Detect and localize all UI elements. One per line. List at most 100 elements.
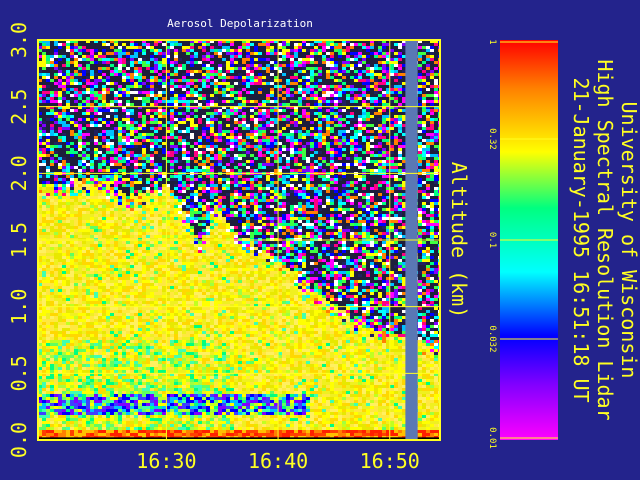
heatmap-cell: [90, 418, 94, 421]
heatmap-cell: [138, 64, 142, 67]
heatmap-cell: [66, 121, 70, 124]
heatmap-cell: [74, 187, 78, 190]
heatmap-cell: [182, 301, 186, 304]
heatmap-cell: [82, 361, 86, 364]
heatmap-cell: [74, 118, 78, 121]
heatmap-cell: [178, 391, 182, 394]
heatmap-cell: [106, 286, 110, 289]
heatmap-cell: [170, 262, 174, 265]
heatmap-cell: [142, 253, 146, 256]
heatmap-cell: [70, 136, 74, 139]
heatmap-cell: [130, 307, 134, 310]
heatmap-cell: [134, 349, 138, 352]
heatmap-cell: [186, 52, 190, 55]
heatmap-cell: [62, 64, 66, 67]
heatmap-cell: [74, 97, 78, 100]
heatmap-cell: [66, 73, 70, 76]
heatmap-cell: [126, 265, 130, 268]
heatmap-cell: [50, 337, 54, 340]
heatmap-cell: [146, 289, 150, 292]
heatmap-cell: [162, 214, 166, 217]
heatmap-cell: [182, 376, 186, 379]
heatmap-cell: [146, 178, 150, 181]
heatmap-cell: [58, 397, 62, 400]
heatmap-cell: [98, 286, 102, 289]
heatmap-cell: [82, 130, 86, 133]
heatmap-cell: [138, 190, 142, 193]
heatmap-cell: [118, 97, 122, 100]
heatmap-cell: [146, 361, 150, 364]
heatmap-cell: [74, 340, 78, 343]
heatmap-cell: [130, 199, 134, 202]
heatmap-cell: [158, 73, 162, 76]
heatmap-cell: [46, 259, 50, 262]
heatmap-cell: [94, 121, 98, 124]
heatmap-cell: [130, 202, 134, 205]
heatmap-cell: [130, 286, 134, 289]
heatmap-cell: [114, 241, 118, 244]
heatmap-cell: [78, 178, 82, 181]
heatmap-cell: [70, 163, 74, 166]
heatmap-cell: [146, 295, 150, 298]
heatmap-cell: [114, 295, 118, 298]
heatmap-cell: [66, 331, 70, 334]
heatmap-cell: [114, 298, 118, 301]
heatmap-cell: [74, 160, 78, 163]
heatmap-cell: [182, 331, 186, 334]
heatmap-cell: [66, 397, 70, 400]
heatmap-cell: [138, 223, 142, 226]
heatmap-cell: [94, 334, 98, 337]
heatmap-cell: [162, 100, 166, 103]
heatmap-cell: [58, 319, 62, 322]
heatmap-cell: [114, 244, 118, 247]
heatmap-cell: [118, 397, 122, 400]
heatmap-cell: [170, 358, 174, 361]
heatmap-cell: [154, 73, 158, 76]
heatmap-cell: [162, 124, 166, 127]
heatmap-cell: [58, 85, 62, 88]
heatmap-cell: [78, 370, 82, 373]
heatmap-cell: [114, 217, 118, 220]
heatmap-cell: [158, 382, 162, 385]
heatmap-cell: [70, 154, 74, 157]
heatmap-cell: [154, 76, 158, 79]
heatmap-cell: [142, 403, 146, 406]
heatmap-cell: [102, 409, 106, 412]
heatmap-cell: [110, 268, 114, 271]
heatmap-cell: [62, 361, 66, 364]
heatmap-cell: [70, 67, 74, 70]
heatmap-cell: [162, 334, 166, 337]
heatmap-cell: [78, 82, 82, 85]
heatmap-cell: [94, 196, 98, 199]
heatmap-cell: [174, 370, 178, 373]
heatmap-cell: [122, 361, 126, 364]
heatmap-cell: [110, 376, 114, 379]
heatmap-cell: [66, 187, 70, 190]
heatmap-cell: [130, 133, 134, 136]
heatmap-cell: [174, 352, 178, 355]
heatmap-cell: [186, 85, 190, 88]
heatmap-cell: [102, 280, 106, 283]
heatmap-cell: [46, 358, 50, 361]
heatmap-cell: [78, 154, 82, 157]
heatmap-cell: [114, 181, 118, 184]
heatmap-cell: [70, 283, 74, 286]
heatmap-cell: [142, 265, 146, 268]
heatmap-cell: [122, 274, 126, 277]
heatmap-cell: [58, 58, 62, 61]
heatmap-cell: [98, 412, 102, 415]
heatmap-cell: [90, 187, 94, 190]
heatmap-cell: [86, 43, 90, 46]
heatmap-cell: [126, 130, 130, 133]
heatmap-cell: [170, 79, 174, 82]
heatmap-cell: [94, 52, 98, 55]
heatmap-cell: [118, 319, 122, 322]
heatmap-cell: [114, 421, 118, 424]
heatmap-cell: [66, 232, 70, 235]
heatmap-cell: [66, 334, 70, 337]
heatmap-cell: [142, 397, 146, 400]
heatmap-cell: [102, 232, 106, 235]
heatmap-cell: [58, 103, 62, 106]
heatmap-cell: [130, 130, 134, 133]
heatmap-cell: [90, 406, 94, 409]
